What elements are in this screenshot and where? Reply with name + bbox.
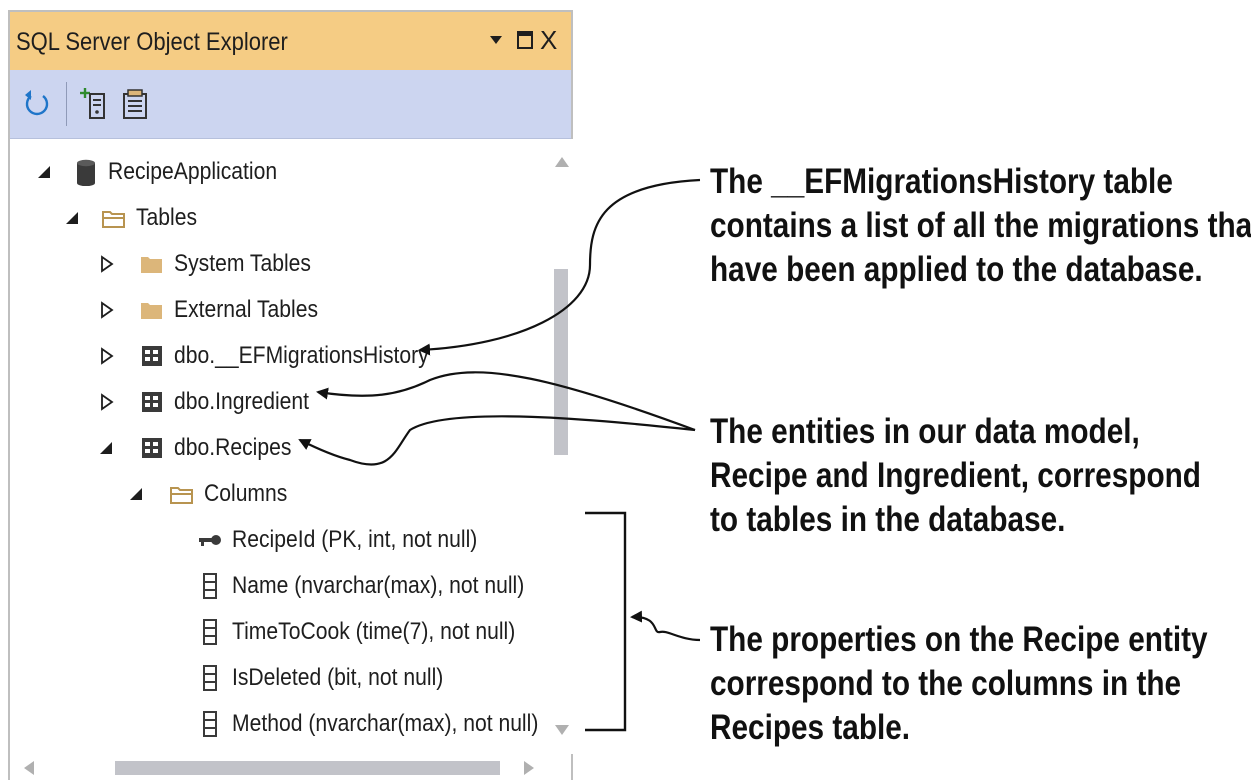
callout-line: Recipe and Ingredient, correspond <box>710 456 1201 495</box>
callout-line: correspond to the columns in the <box>710 664 1182 703</box>
callout-properties: The properties on the Recipe entity corr… <box>710 618 1208 750</box>
callout-line: contains a list of all the migrations th… <box>710 206 1251 245</box>
callout-line: to tables in the database. <box>710 500 1066 539</box>
callout-entities: The entities in our data model, Recipe a… <box>710 410 1201 542</box>
columns-bracket <box>585 511 627 732</box>
arrow-to-migrations-history <box>418 178 701 356</box>
arrow-to-recipes <box>298 415 696 466</box>
callout-line: Recipes table. <box>710 708 911 747</box>
callout-migrations-history: The __EFMigrationsHistory table contains… <box>710 160 1251 292</box>
arrow-to-columns-bracket <box>630 610 701 642</box>
callout-line: The properties on the Recipe entity <box>710 620 1208 659</box>
callout-line: The __EFMigrationsHistory table <box>710 162 1173 201</box>
callout-line: The entities in our data model, <box>710 412 1140 451</box>
callout-line: have been applied to the database. <box>710 250 1203 289</box>
arrow-to-ingredient <box>316 371 696 432</box>
